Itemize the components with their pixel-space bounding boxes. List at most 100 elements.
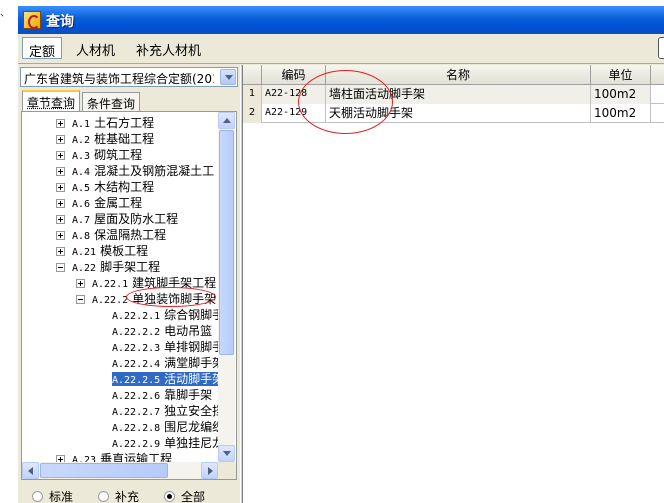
scroll-down-icon[interactable] bbox=[218, 445, 235, 462]
scroll-right-icon[interactable] bbox=[201, 462, 218, 479]
toolbar-edge-button[interactable] bbox=[658, 37, 664, 59]
titlebar: 查询 bbox=[18, 6, 664, 34]
tree-vertical-scrollbar[interactable] bbox=[218, 112, 235, 462]
grid-header: 编码 名称 单位 bbox=[243, 65, 664, 85]
tree-item-label: A.1 土石方工程 bbox=[72, 116, 154, 130]
expand-icon[interactable] bbox=[56, 215, 65, 224]
tree-item-code: A.22.1 bbox=[92, 279, 129, 290]
header-row-number bbox=[243, 65, 262, 85]
tree-item-label: A.21 模板工程 bbox=[72, 244, 148, 258]
radio-supplementary[interactable]: 补充 bbox=[98, 488, 139, 503]
tree-item[interactable]: A.8 保温隔热工程 bbox=[72, 227, 166, 243]
tree-item-code: A.6 bbox=[72, 199, 91, 210]
unit-cell[interactable]: 100m2 bbox=[591, 104, 651, 123]
tree-item-code: A.8 bbox=[72, 231, 91, 242]
tree-item[interactable]: A.22.2 单独装饰脚手架 bbox=[92, 291, 216, 307]
code-cell[interactable]: A22-129 bbox=[262, 104, 326, 123]
expand-icon[interactable] bbox=[76, 279, 85, 288]
tree-item[interactable]: A.21 模板工程 bbox=[72, 243, 148, 259]
scroll-thumb[interactable] bbox=[219, 130, 234, 355]
radio-supplementary-dot[interactable] bbox=[98, 491, 109, 502]
name-cell[interactable]: 天棚活动脚手架 bbox=[326, 104, 591, 123]
tree-item-label: A.22.2.7 独立安全挡 bbox=[112, 404, 224, 418]
tree-item-label: A.3 砌筑工程 bbox=[72, 148, 142, 162]
chapter-tree[interactable]: A.1 土石方工程 A.2 桩基础工程 A.3 砌筑工程 A.4 混凝土及钢筋混凝土工 A.5 木… bbox=[21, 111, 237, 480]
tree-item[interactable]: A.22.1 建筑脚手架工程 bbox=[92, 275, 216, 291]
tree-item[interactable]: A.7 屋面及防水工程 bbox=[72, 211, 178, 227]
expand-icon[interactable] bbox=[56, 167, 65, 176]
expand-icon[interactable] bbox=[56, 119, 65, 128]
tree-item-label: A.22.2.5 活动脚手架 bbox=[112, 372, 225, 386]
tree-item-code: A.3 bbox=[72, 151, 91, 162]
radio-all[interactable]: 全部 bbox=[164, 488, 205, 503]
tree-item-text: 桩基础工程 bbox=[94, 132, 155, 146]
name-cell[interactable]: 墙柱面活动脚手架 bbox=[326, 85, 591, 104]
radio-supplementary-label: 补充 bbox=[115, 490, 140, 503]
tree-item[interactable]: A.2 桩基础工程 bbox=[72, 131, 154, 147]
collapse-icon[interactable] bbox=[56, 263, 65, 272]
tree-item[interactable]: A.22.2.5 活动脚手架 bbox=[112, 371, 225, 387]
tree-item-label: A.22.2 单独装饰脚手架 bbox=[92, 292, 216, 306]
row-number-cell[interactable]: 1 bbox=[243, 85, 262, 104]
tree-item[interactable]: A.22.2.7 独立安全挡 bbox=[112, 403, 224, 419]
quota-library-select[interactable]: 广东省建筑与装饰工程综合定额(2010) bbox=[20, 67, 238, 87]
tree-item[interactable]: A.22.2.6 靠脚手架 bbox=[112, 387, 212, 403]
radio-standard-dot[interactable] bbox=[32, 491, 43, 502]
code-cell[interactable]: A22-128 bbox=[262, 85, 326, 104]
tree-item[interactable]: A.22.2.4 满堂脚手架 bbox=[112, 355, 224, 371]
expand-icon[interactable] bbox=[56, 151, 65, 160]
tab-quota[interactable]: 定额 bbox=[22, 37, 63, 60]
tree-item-code: A.5 bbox=[72, 183, 91, 194]
tree-horizontal-scrollbar[interactable] bbox=[22, 462, 218, 479]
tree-item-text: 综合钢脚手 bbox=[164, 308, 225, 322]
tree-item-label: A.7 屋面及防水工程 bbox=[72, 212, 178, 226]
expand-icon[interactable] bbox=[56, 199, 65, 208]
scroll-up-icon[interactable] bbox=[218, 112, 235, 129]
tree-item-code: A.22.2.2 bbox=[112, 327, 161, 338]
radio-all-dot[interactable] bbox=[164, 491, 175, 502]
unit-cell[interactable]: 100m2 bbox=[591, 85, 651, 104]
tab-supplementary-materials[interactable]: 补充人材机 bbox=[130, 37, 208, 59]
scroll-left-icon[interactable] bbox=[22, 462, 39, 479]
tree-item[interactable]: A.22.2.8 围尼龙编织 bbox=[112, 419, 224, 435]
tree-item-label: A.6 金属工程 bbox=[72, 196, 142, 210]
tab-chapter-query[interactable]: 章节查询 bbox=[22, 90, 81, 111]
tab-condition-query[interactable]: 条件查询 bbox=[82, 92, 141, 111]
expand-icon[interactable] bbox=[56, 247, 65, 256]
tree-item[interactable]: A.22 脚手架工程 bbox=[72, 259, 160, 275]
header-name[interactable]: 名称 bbox=[326, 65, 591, 85]
header-unit[interactable]: 单位 bbox=[591, 65, 651, 85]
tree-item-code: A.7 bbox=[72, 215, 91, 226]
hscroll-thumb[interactable] bbox=[40, 463, 168, 478]
tab-materials[interactable]: 人材机 bbox=[70, 37, 122, 59]
tree-item-label: A.4 混凝土及钢筋混凝土工 bbox=[72, 164, 214, 178]
tree-item[interactable]: A.22.2.1 综合钢脚手 bbox=[112, 307, 224, 323]
tree-item[interactable]: A.22.2.9 单独挂尼龙 bbox=[112, 435, 224, 451]
row-number-cell[interactable]: 2 bbox=[243, 104, 262, 123]
tree-item-text: 脚手架工程 bbox=[100, 260, 161, 274]
tree-item[interactable]: A.5 木结构工程 bbox=[72, 179, 154, 195]
tree-item-text: 木结构工程 bbox=[94, 180, 155, 194]
tree-item[interactable]: A.1 土石方工程 bbox=[72, 115, 154, 131]
tree-item[interactable]: A.22.2.2 电动吊篮 bbox=[112, 323, 212, 339]
result-grid: 编码 名称 单位 1 A22-128 墙柱面活动脚手架 100m2 2 A22-129 天棚… bbox=[242, 65, 664, 503]
tree-item-label: A.8 保温隔热工程 bbox=[72, 228, 166, 242]
table-row[interactable]: 2 A22-129 天棚活动脚手架 100m2 bbox=[243, 104, 664, 123]
table-row[interactable]: 1 A22-128 墙柱面活动脚手架 100m2 bbox=[243, 85, 664, 104]
expand-icon[interactable] bbox=[56, 135, 65, 144]
tree-item[interactable]: A.4 混凝土及钢筋混凝土工 bbox=[72, 163, 214, 179]
tree-item-code: A.22.2.6 bbox=[112, 391, 161, 402]
tree-item-label: A.5 木结构工程 bbox=[72, 180, 154, 194]
window-title: 查询 bbox=[46, 14, 74, 30]
header-code[interactable]: 编码 bbox=[262, 65, 326, 85]
radio-standard[interactable]: 标准 bbox=[32, 488, 73, 503]
tree-item-label: A.22.2.2 电动吊篮 bbox=[112, 324, 212, 338]
collapse-icon[interactable] bbox=[76, 295, 85, 304]
tree-item[interactable]: A.3 砌筑工程 bbox=[72, 147, 142, 163]
tree-item[interactable]: A.22.2.3 单排钢脚手 bbox=[112, 339, 224, 355]
expand-icon[interactable] bbox=[56, 183, 65, 192]
chevron-down-icon[interactable] bbox=[220, 69, 236, 85]
tree-item[interactable]: A.6 金属工程 bbox=[72, 195, 142, 211]
tree-item-code: A.22.2.7 bbox=[112, 407, 161, 418]
expand-icon[interactable] bbox=[56, 231, 65, 240]
